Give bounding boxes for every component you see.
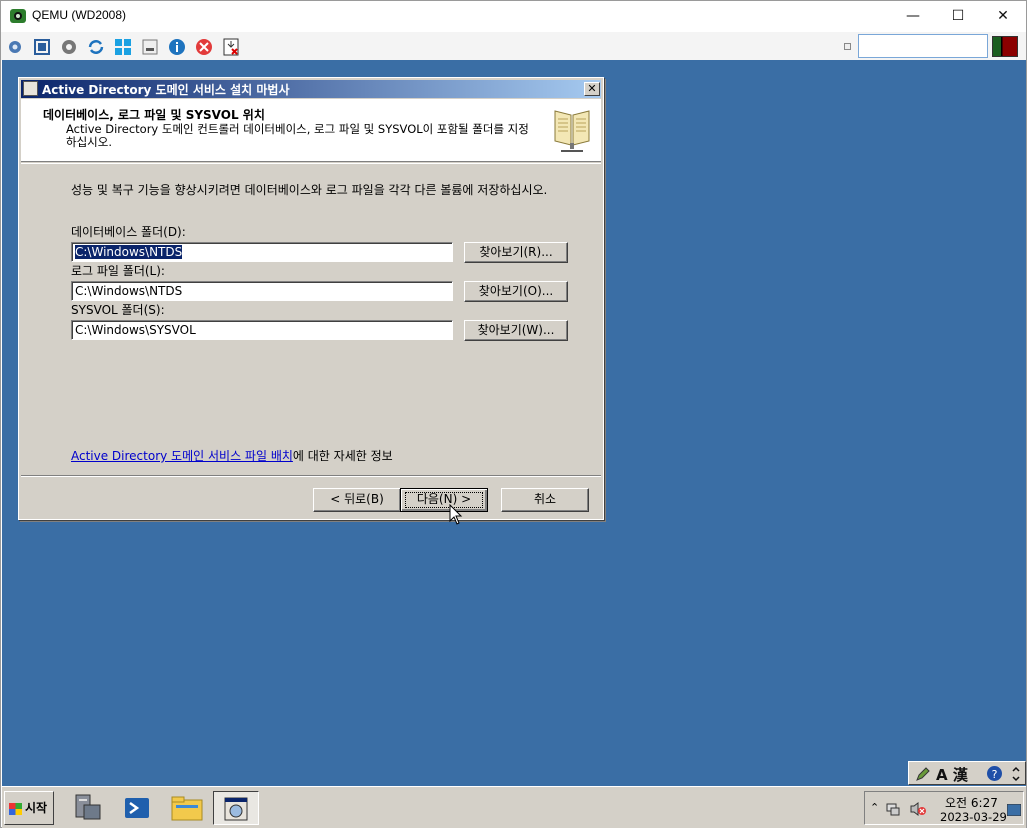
host-titlebar: QEMU (WD2008) — ☐ ✕ — [1, 1, 1026, 31]
browse-database-button[interactable]: 찾아보기(R)... — [464, 242, 568, 263]
start-label: 시작 — [25, 801, 48, 815]
cancel-button[interactable]: 취소 — [501, 488, 589, 512]
explorer-folder-icon[interactable] — [167, 791, 207, 825]
book-icon — [554, 110, 590, 152]
log-folder-input[interactable]: C:\Windows\NTDS — [71, 281, 453, 301]
next-button[interactable]: 다음(N) > — [400, 488, 488, 512]
browse-sysvol-button[interactable]: 찾아보기(W)... — [464, 320, 568, 341]
more-info-line: Active Directory 도메인 서비스 파일 배치에 대한 자세한 정… — [71, 447, 393, 464]
wizard-header: 데이터베이스, 로그 파일 및 SYSVOL 위치 Active Directo… — [21, 99, 601, 162]
ime-mode-label[interactable]: A 漢 — [936, 764, 968, 785]
focus-rect — [405, 492, 483, 508]
toolbar-toggle[interactable] — [844, 43, 851, 50]
sysvol-folder-label: SYSVOL 폴더(S): — [71, 303, 165, 317]
fullscreen-icon[interactable] — [33, 38, 51, 56]
sysvol-folder-input[interactable]: C:\Windows\SYSVOL — [71, 320, 453, 340]
wizard-intro-text: 성능 및 복구 기능을 향상시키려면 데이터베이스와 로그 파일을 각각 다른 … — [71, 183, 548, 197]
network-icon[interactable] — [885, 801, 901, 817]
log-folder-label: 로그 파일 폴더(L): — [71, 264, 165, 278]
wizard-body: 성능 및 복구 기능을 향상시키려면 데이터베이스와 로그 파일을 각각 다른 … — [21, 164, 601, 474]
minimize-button[interactable]: — — [890, 1, 936, 31]
wizard-page-description: Active Directory 도메인 컨트롤러 데이터베이스, 로그 파일 … — [66, 122, 529, 149]
wizard-taskbar-button[interactable] — [213, 791, 259, 825]
wizard-close-button[interactable]: ✕ — [584, 82, 600, 96]
mouse-cursor-icon — [449, 504, 463, 525]
show-hidden-icons-icon[interactable]: ⌃ — [870, 801, 879, 814]
clock-time[interactable]: 오전 6:27 — [945, 794, 998, 811]
browse-log-button[interactable]: 찾아보기(O)... — [464, 281, 568, 302]
file-placement-help-link[interactable]: Active Directory 도메인 서비스 파일 배치 — [71, 449, 293, 463]
server-manager-icon[interactable] — [68, 791, 108, 825]
cluster-icon[interactable] — [6, 38, 24, 56]
toolbar-search-input[interactable] — [858, 34, 988, 58]
database-folder-label: 데이터베이스 폴더(D): — [71, 225, 186, 239]
ime-pen-icon[interactable] — [915, 766, 931, 782]
wizard-titlebar[interactable]: Active Directory 도메인 서비스 설치 마법사 ✕ — [21, 80, 601, 98]
info-icon[interactable] — [168, 38, 186, 56]
windows-logo-icon — [9, 803, 22, 815]
close-button[interactable]: ✕ — [980, 1, 1026, 31]
button-separator — [21, 475, 601, 477]
wizard-page-heading: 데이터베이스, 로그 파일 및 SYSVOL 위치 — [43, 108, 265, 122]
database-folder-value: C:\Windows\NTDS — [75, 245, 183, 259]
show-desktop-icon[interactable] — [1007, 804, 1021, 816]
usb-icon[interactable] — [141, 38, 159, 56]
wizard-title: Active Directory 도메인 서비스 설치 마법사 — [42, 83, 290, 97]
qemu-window: QEMU (WD2008) — ☐ ✕ Active Directory 도메인… — [0, 0, 1027, 828]
settings-icon[interactable] — [60, 38, 78, 56]
taskbar: 시작 ⌃ 오전 6:27 2023-03-29 — [2, 786, 1026, 828]
start-button[interactable]: 시작 — [4, 791, 54, 825]
windows-icon[interactable] — [114, 38, 132, 56]
powershell-icon[interactable] — [117, 791, 157, 825]
more-info-suffix: 에 대한 자세한 정보 — [292, 449, 393, 463]
ad-install-wizard-dialog: Active Directory 도메인 서비스 설치 마법사 ✕ 데이터베이스… — [18, 77, 604, 520]
stop-icon[interactable] — [195, 38, 213, 56]
language-bar[interactable]: A 漢 ? — [908, 761, 1026, 785]
help-icon[interactable]: ? — [986, 765, 1003, 782]
eject-icon[interactable] — [222, 38, 240, 56]
wizard-app-icon — [23, 81, 38, 96]
log-folder-value: C:\Windows\NTDS — [75, 284, 183, 298]
refresh-icon[interactable] — [87, 38, 105, 56]
database-folder-input[interactable]: C:\Windows\NTDS — [71, 242, 453, 262]
maximize-button[interactable]: ☐ — [935, 1, 981, 31]
color-swatch-icon[interactable] — [992, 36, 1018, 57]
sysvol-folder-value: C:\Windows\SYSVOL — [75, 323, 196, 337]
wizard-taskbar-icon — [224, 797, 248, 821]
clock-date[interactable]: 2023-03-29 — [940, 810, 1007, 824]
host-window-title: QEMU (WD2008) — [32, 8, 127, 22]
svg-text:?: ? — [992, 768, 998, 781]
system-tray: ⌃ 오전 6:27 2023-03-29 — [864, 791, 1024, 825]
language-bar-options-icon[interactable] — [1010, 766, 1022, 782]
volume-muted-icon[interactable] — [909, 801, 927, 817]
qemu-app-icon — [10, 9, 26, 23]
back-button[interactable]: < 뒤로(B) — [313, 488, 401, 512]
